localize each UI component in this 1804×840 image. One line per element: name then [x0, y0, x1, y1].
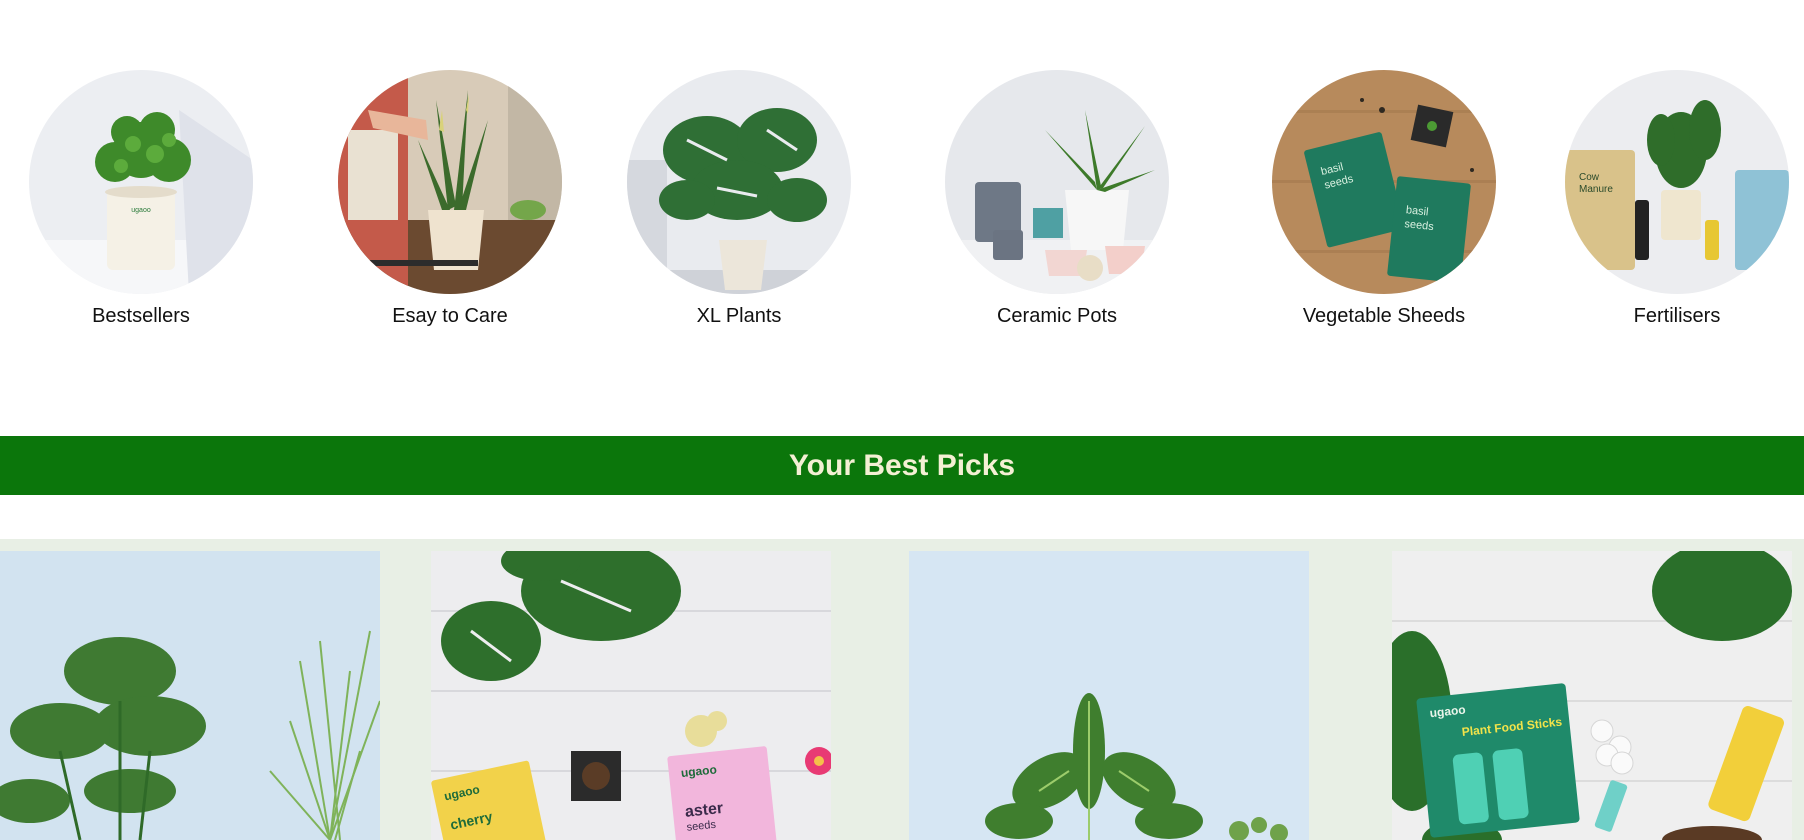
category-label: Esay to Care	[392, 305, 508, 327]
category-vegetable-seeds[interactable]: basil seeds basil seeds Vegetable Sheeds	[1254, 70, 1514, 328]
category-bestsellers[interactable]: ugaoo Bestsellers	[11, 70, 271, 328]
monstera-areca-image[interactable]	[0, 551, 380, 840]
category-label: Vegetable Sheeds	[1302, 305, 1466, 327]
snake-plant-image[interactable]	[338, 70, 562, 294]
seed-kit-image[interactable]: ugaoo cherry ugaoo aster seeds	[431, 551, 831, 840]
category-fertilisers[interactable]: Cow Manure Fertilisers	[1547, 70, 1804, 328]
category-row: ugaoo Bestsellers Esay to Care XL Plants…	[0, 0, 1804, 330]
category-label: Ceramic Pots	[996, 305, 1118, 327]
category-label: Fertilisers	[1633, 305, 1721, 327]
calathea-image[interactable]	[909, 551, 1309, 840]
best-picks-strip: ugaoo cherry ugaoo aster seeds ugaoo Pla…	[0, 539, 1804, 840]
product-card[interactable]	[909, 551, 1309, 840]
svg-text:basil: basil	[1405, 204, 1429, 218]
category-label: XL Plants	[696, 305, 782, 327]
fertiliser-products-image[interactable]: Cow Manure	[1565, 70, 1789, 294]
monstera-image[interactable]	[627, 70, 851, 294]
svg-text:ugaoo: ugaoo	[131, 207, 151, 214]
potted-plant-image[interactable]: ugaoo	[29, 70, 253, 294]
section-title: Your Best Picks	[788, 448, 1016, 482]
category-ceramic-pots[interactable]: Ceramic Pots	[927, 70, 1187, 328]
seed-packets-image[interactable]: basil seeds basil seeds	[1272, 70, 1496, 294]
svg-text:Manure: Manure	[1579, 184, 1613, 195]
product-card[interactable]	[0, 551, 380, 840]
ceramic-pots-image[interactable]	[945, 70, 1169, 294]
category-xl-plants[interactable]: XL Plants	[609, 70, 869, 328]
best-picks-banner: Your Best Picks	[0, 436, 1804, 495]
product-card[interactable]: ugaoo cherry ugaoo aster seeds	[431, 551, 831, 840]
product-card[interactable]: ugaoo Plant Food Sticks	[1392, 551, 1792, 840]
page: ugaoo Bestsellers Esay to Care XL Plants…	[0, 0, 1804, 840]
category-label: Bestsellers	[92, 305, 190, 327]
svg-text:Cow: Cow	[1579, 172, 1600, 183]
category-easy-to-care[interactable]: Esay to Care	[320, 70, 580, 328]
plant-food-sticks-image[interactable]: ugaoo Plant Food Sticks	[1392, 551, 1792, 840]
